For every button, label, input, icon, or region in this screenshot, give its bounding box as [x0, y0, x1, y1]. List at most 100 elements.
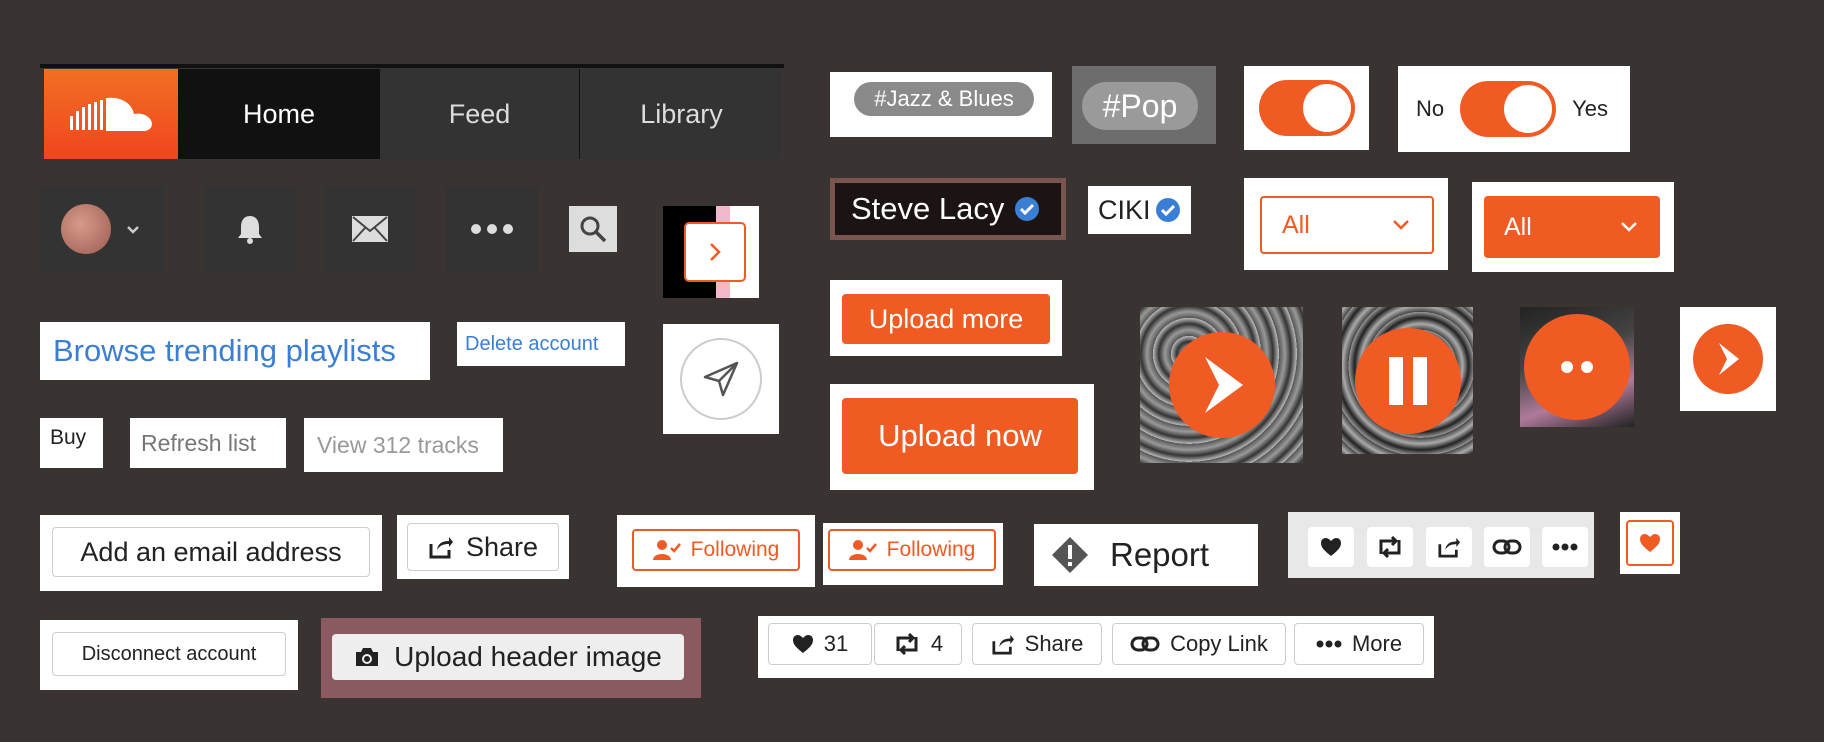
share-container: Share — [397, 515, 569, 579]
labeled-toggle-container: No Yes — [1398, 66, 1630, 152]
delete-link-container: Delete account — [457, 322, 625, 366]
tab-library[interactable]: Library — [581, 69, 782, 159]
verified-icon — [1155, 198, 1180, 222]
report-button[interactable]: Report — [1034, 524, 1258, 586]
track-artwork-pause[interactable] — [1342, 307, 1473, 454]
delete-account-link[interactable]: Delete account — [465, 333, 598, 356]
browse-trending-link[interactable]: Browse trending playlists — [53, 333, 396, 369]
send-icon — [703, 361, 739, 397]
tag-jazz[interactable]: # Jazz & Blues — [854, 82, 1034, 116]
send-button[interactable] — [680, 338, 762, 420]
artist-steve-lacy[interactable]: Steve Lacy — [830, 178, 1066, 240]
tab-feed-label: Feed — [448, 98, 511, 129]
upload-more-button[interactable]: Upload more — [842, 294, 1050, 344]
disconnect-account-button[interactable]: Disconnect account — [52, 632, 286, 676]
following-button-2[interactable]: Following — [828, 529, 996, 571]
repost-icon — [896, 633, 918, 655]
share-stat-button[interactable]: Share — [972, 623, 1102, 665]
copy-link-icon-button[interactable] — [1484, 527, 1530, 567]
copy-link-label: Copy Link — [1170, 631, 1268, 656]
disconnect-container: Disconnect account — [40, 620, 298, 690]
artist-name: Steve Lacy — [851, 191, 1005, 226]
view-tracks-label: View 312 tracks — [317, 431, 479, 458]
search-button[interactable] — [569, 206, 617, 252]
buy-button[interactable]: Buy — [40, 418, 103, 468]
more-icon-button[interactable] — [1542, 527, 1588, 567]
tag-jazz-label: Jazz & Blues — [886, 86, 1014, 111]
add-email-button[interactable]: Add an email address — [52, 527, 370, 577]
following-label: Following — [886, 538, 976, 561]
loading-button[interactable] — [1524, 314, 1630, 420]
heart-icon — [1640, 534, 1660, 552]
report-icon — [1052, 537, 1088, 573]
upload-header-button[interactable]: Upload header image — [332, 634, 684, 680]
copy-link-button[interactable]: Copy Link — [1112, 623, 1286, 665]
toggle-knob — [1504, 85, 1553, 133]
track-artwork-play[interactable] — [1140, 307, 1303, 463]
toggle-knob — [1302, 84, 1351, 132]
liked-button[interactable] — [1626, 520, 1674, 566]
stats-bar: 31 4 Share Copy Link More — [758, 616, 1434, 678]
upload-header-container: Upload header image — [321, 618, 701, 698]
tag-pop[interactable]: # Pop — [1082, 82, 1198, 130]
likes-button[interactable]: 31 — [768, 623, 872, 665]
liked-button-container — [1620, 512, 1680, 574]
track-artwork-loading[interactable] — [1520, 307, 1634, 427]
toggle-switch-labeled[interactable] — [1460, 81, 1557, 137]
share-button[interactable]: Share — [407, 523, 559, 571]
pause-button[interactable] — [1354, 327, 1461, 434]
chevron-down-icon — [1393, 220, 1409, 230]
buy-label: Buy — [50, 426, 87, 449]
repost-button[interactable] — [1367, 527, 1413, 567]
upload-more-container: Upload more — [830, 280, 1062, 356]
tag-jazz-container: # Jazz & Blues — [830, 72, 1052, 137]
disconnect-label: Disconnect account — [81, 642, 257, 665]
upload-now-button[interactable]: Upload now — [842, 398, 1078, 474]
user-menu[interactable] — [40, 186, 164, 272]
next-button[interactable] — [684, 222, 746, 282]
more-stat-button[interactable]: More — [1294, 623, 1424, 665]
play-icon — [1719, 343, 1739, 375]
following-button[interactable]: Following — [632, 529, 800, 571]
user-following-icon — [848, 540, 877, 560]
toggle-switch[interactable] — [1258, 80, 1355, 136]
user-following-icon — [652, 540, 681, 560]
share-icon-button[interactable] — [1426, 527, 1472, 567]
play-button[interactable] — [1168, 332, 1275, 438]
share-icon — [1438, 537, 1460, 558]
like-button[interactable] — [1308, 527, 1354, 567]
artist-ciki[interactable]: CIKI — [1088, 186, 1191, 234]
tab-home-label: Home — [242, 98, 316, 129]
send-button-container — [663, 324, 779, 434]
nav-top-border — [40, 64, 784, 68]
share-label: Share — [465, 531, 539, 562]
tag-pop-label: Pop — [1120, 87, 1178, 124]
chevron-right-icon — [710, 243, 721, 261]
play-icon — [1204, 357, 1243, 413]
messages-button[interactable] — [324, 186, 416, 272]
soundcloud-logo-icon[interactable] — [44, 69, 178, 159]
filter-select-outline[interactable]: All — [1260, 196, 1434, 254]
more-stat-label: More — [1351, 631, 1403, 656]
tab-feed[interactable]: Feed — [380, 69, 580, 159]
share-icon — [992, 634, 1014, 655]
upload-now-label: Upload now — [878, 418, 1042, 453]
filter-value: All — [1282, 210, 1310, 239]
view-tracks-button[interactable]: View 312 tracks — [304, 418, 503, 472]
browse-link-container: Browse trending playlists — [40, 322, 430, 380]
filter-select-filled[interactable]: All — [1484, 196, 1660, 258]
toggle-no-label: No — [1416, 96, 1445, 121]
more-button[interactable] — [446, 186, 538, 272]
play-small-button[interactable] — [1693, 324, 1763, 394]
avatar — [61, 204, 111, 254]
link-icon — [1130, 636, 1160, 652]
likes-count: 31 — [823, 631, 849, 656]
following-container-2: Following — [823, 523, 1003, 585]
tag-pop-container: # Pop — [1072, 66, 1216, 144]
tab-home[interactable]: Home — [178, 69, 380, 159]
hash-icon: # — [1102, 87, 1121, 124]
reposts-button-main[interactable]: 4 — [874, 623, 962, 665]
add-email-container: Add an email address — [40, 515, 382, 591]
notifications-button[interactable] — [204, 186, 296, 272]
refresh-list-button[interactable]: Refresh list — [130, 418, 286, 468]
